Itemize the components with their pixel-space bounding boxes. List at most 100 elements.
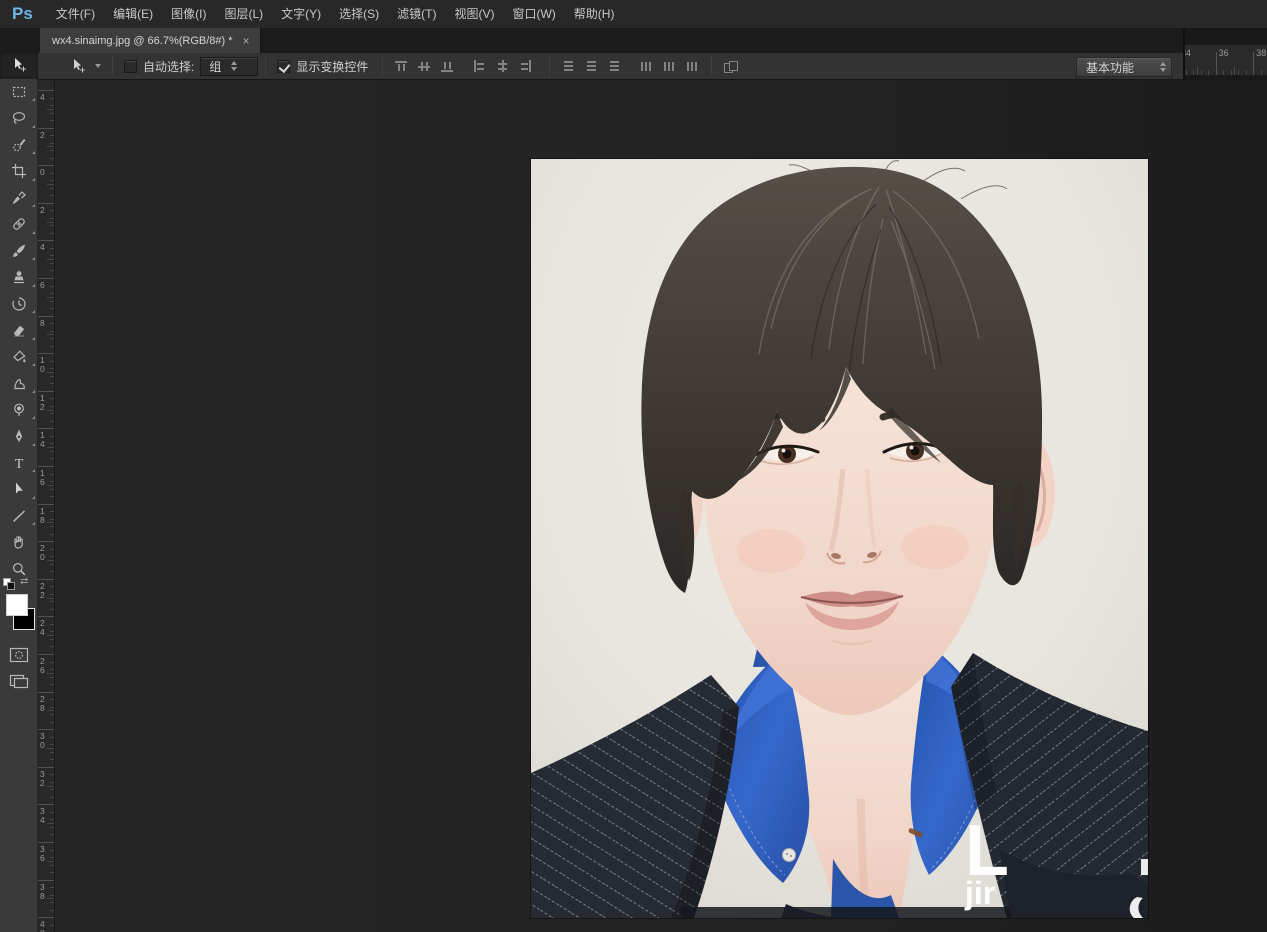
distribute-vertical-centers-icon[interactable] — [583, 58, 600, 75]
menu-item-10[interactable]: 帮助(H) — [565, 0, 624, 28]
show-transform-controls-checkbox[interactable] — [277, 60, 290, 73]
tool-clone-stamp[interactable] — [0, 264, 38, 291]
tool-rectangular-marquee[interactable] — [0, 79, 38, 106]
ruler-tick — [50, 413, 54, 414]
tool-history-brush[interactable] — [0, 291, 38, 318]
quick-mask-button[interactable] — [0, 642, 38, 668]
tool-move[interactable] — [0, 52, 38, 79]
ruler-tick — [50, 331, 54, 332]
align-vertical-centers-icon[interactable] — [416, 58, 433, 75]
ruler-tick: 3 4 — [40, 807, 45, 825]
ruler-tick — [50, 263, 54, 264]
menu-item-9[interactable]: 窗口(W) — [503, 0, 564, 28]
horizontal-ruler-fragment[interactable]: 343638 — [1185, 45, 1267, 75]
crop-tool-icon — [11, 163, 27, 179]
distribute-horizontal-centers-icon[interactable] — [661, 58, 678, 75]
ruler-tick — [50, 609, 54, 610]
ruler-tick — [50, 744, 54, 745]
auto-select-checkbox[interactable] — [124, 60, 137, 73]
align-top-edges-icon[interactable] — [393, 58, 410, 75]
ruler-tick — [50, 684, 54, 685]
auto-select-target-dropdown[interactable]: 组 — [200, 57, 258, 76]
ruler-tick — [50, 789, 54, 790]
ruler-tick — [1216, 52, 1217, 75]
document-tab[interactable]: wx4.sinaimg.jpg @ 66.7%(RGB/8#) * × — [40, 28, 261, 53]
tool-crop[interactable] — [0, 158, 38, 185]
screen-mode-button[interactable] — [0, 668, 38, 694]
ruler-tick — [50, 895, 54, 896]
tool-dodge[interactable] — [0, 397, 38, 424]
tool-lasso[interactable] — [0, 105, 38, 132]
menu-item-2[interactable]: 编辑(E) — [104, 0, 162, 28]
ruler-tick — [47, 485, 54, 486]
ruler-tick — [47, 560, 54, 561]
distribute-right-edges-icon[interactable] — [684, 58, 701, 75]
workspace-dropdown[interactable]: 基本功能 — [1076, 57, 1172, 77]
align-horizontal-centers-icon[interactable] — [494, 58, 511, 75]
default-colors-icon[interactable] — [3, 578, 17, 590]
distribute-left-edges-icon[interactable] — [638, 58, 655, 75]
canvas-document[interactable]: L jir — [531, 159, 1148, 918]
tool-eraser[interactable] — [0, 317, 38, 344]
ruler-tick — [38, 428, 54, 429]
menu-items: 文件(F)编辑(E)图像(I)图层(L)文字(Y)选择(S)滤镜(T)视图(V)… — [47, 0, 624, 28]
ruler-tick — [50, 601, 54, 602]
quick-selection-tool-icon — [11, 137, 27, 153]
menu-item-7[interactable]: 滤镜(T) — [388, 0, 445, 28]
tool-hand[interactable] — [0, 529, 38, 556]
ruler-tick — [50, 451, 54, 452]
ruler-tick — [47, 447, 54, 448]
ruler-tick: 3 6 — [40, 845, 45, 863]
tool-eyedropper[interactable] — [0, 185, 38, 212]
tool-line[interactable] — [0, 503, 38, 530]
ruler-tick — [50, 534, 54, 535]
ruler-tick — [50, 714, 54, 715]
auto-align-layers-icon[interactable] — [722, 58, 739, 75]
ruler-tick: 3 8 — [40, 883, 45, 901]
menu-item-6[interactable]: 选择(S) — [330, 0, 388, 28]
menu-item-8[interactable]: 视图(V) — [445, 0, 503, 28]
ruler-tick — [50, 526, 54, 527]
align-right-edges-icon[interactable] — [517, 58, 534, 75]
ruler-tick — [50, 135, 54, 136]
ruler-tick — [50, 120, 54, 121]
tool-smudge[interactable] — [0, 370, 38, 397]
tool-paint-bucket[interactable] — [0, 344, 38, 371]
tool-spot-healing-brush[interactable] — [0, 211, 38, 238]
ruler-tick — [50, 631, 54, 632]
menu-item-1[interactable]: 文件(F) — [47, 0, 104, 28]
tools-panel: » — [0, 28, 38, 932]
tool-quick-selection[interactable] — [0, 132, 38, 159]
ruler-tick: 1 4 — [40, 431, 45, 449]
tool-preset-caret-icon[interactable] — [95, 64, 101, 68]
ruler-tick — [38, 128, 54, 129]
ruler-tick: 4 — [40, 93, 45, 102]
menu-item-3[interactable]: 图像(I) — [162, 0, 215, 28]
distribute-bottom-edges-icon[interactable] — [606, 58, 623, 75]
align-bottom-edges-icon[interactable] — [439, 58, 456, 75]
tool-brush[interactable] — [0, 238, 38, 265]
tool-preset-move-icon[interactable] — [63, 55, 93, 77]
align-left-edges-icon[interactable] — [471, 58, 488, 75]
ruler-tick — [38, 240, 54, 241]
ruler-tick — [50, 113, 54, 114]
vertical-ruler[interactable]: 42024681 01 21 41 61 82 02 22 42 62 83 0… — [38, 80, 55, 932]
menu-item-5[interactable]: 文字(Y) — [272, 0, 330, 28]
color-controls: ⇄ — [0, 582, 37, 642]
separator — [711, 56, 712, 76]
tool-pen[interactable] — [0, 423, 38, 450]
swap-colors-icon[interactable]: ⇄ — [20, 576, 28, 587]
line-tool-icon — [11, 508, 27, 524]
ruler-tick — [50, 361, 54, 362]
menu-item-4[interactable]: 图层(L) — [215, 0, 272, 28]
ruler-tick — [1208, 70, 1209, 75]
tab-close-icon[interactable]: × — [243, 35, 250, 47]
ruler-tick — [38, 353, 54, 354]
tool-path-selection[interactable] — [0, 476, 38, 503]
distribute-top-edges-icon[interactable] — [560, 58, 577, 75]
foreground-color-swatch[interactable] — [6, 594, 28, 616]
tool-options-bar: 自动选择: 组 显示变换控件 基本功能 — [0, 53, 1183, 80]
tool-type[interactable]: T — [0, 450, 38, 477]
ruler-tick — [47, 372, 54, 373]
ruler-tick: 1 2 — [40, 394, 45, 412]
